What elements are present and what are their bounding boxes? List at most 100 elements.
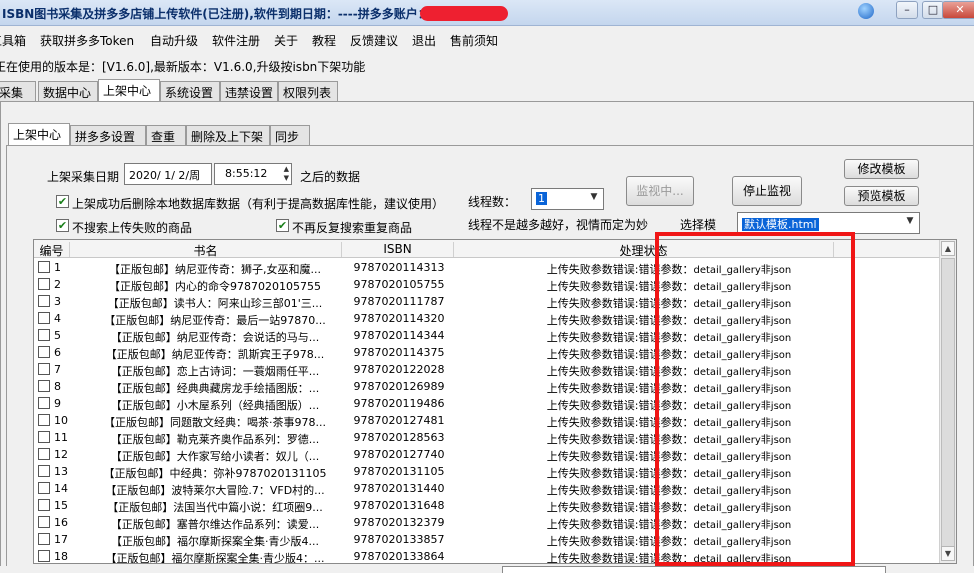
date-picker[interactable]: 2020/ 1/ 2/周 bbox=[124, 163, 212, 185]
row-checkbox[interactable] bbox=[38, 465, 50, 477]
table-row[interactable]: 3 【正版包邮】读书人：阿来山珍三部01'三... 9787020111787 上传失… bbox=[34, 293, 939, 310]
menu-register[interactable]: 软件注册 bbox=[212, 32, 260, 49]
row-checkbox[interactable] bbox=[38, 363, 50, 375]
menu-exit[interactable]: 退出 bbox=[412, 32, 436, 49]
preview-template-button[interactable]: 预览模板 bbox=[844, 186, 919, 206]
tab-system-settings[interactable]: 系统设置 bbox=[160, 81, 220, 102]
tab-collect[interactable]: 采集 bbox=[0, 81, 36, 102]
row-status: 上传失败参数错误:错误参数：detail_gallery非json bbox=[504, 550, 834, 564]
scroll-thumb[interactable] bbox=[941, 258, 955, 548]
bottom-log-panel bbox=[502, 566, 886, 573]
time-picker[interactable]: 8:55:12 ▲ ▼ bbox=[214, 163, 292, 185]
header-isbn[interactable]: ISBN bbox=[342, 242, 454, 257]
table-row[interactable]: 15 【正版包邮】法国当代中篇小说：红项圈9... 9787020131648 上传失… bbox=[34, 497, 939, 514]
menu-get-token[interactable]: 获取拼多多Token bbox=[40, 32, 134, 49]
time-spinner-icon[interactable]: ▲ ▼ bbox=[284, 165, 289, 183]
table-row[interactable]: 13 【正版包邮】中经典：弥补9787020131105 9787020131105… bbox=[34, 463, 939, 480]
row-checkbox[interactable] bbox=[38, 414, 50, 426]
listing-table[interactable]: 编号 书名 ISBN 处理状态 1 【正版包邮】纳尼亚传奇：狮子,女巫和魔... 9… bbox=[33, 239, 957, 564]
subtab-delete-shelf[interactable]: 删除及上下架 bbox=[186, 125, 270, 146]
table-row[interactable]: 10 【正版包邮】同题散文经典：喝茶·茶事978... 9787020127481 上… bbox=[34, 412, 939, 429]
close-button[interactable]: ✕ bbox=[942, 1, 974, 19]
tab-data-center[interactable]: 数据中心 bbox=[38, 81, 98, 102]
table-row[interactable]: 17 【正版包邮】福尔摩斯探案全集·青少版4... 9787020133857 上传失… bbox=[34, 531, 939, 548]
row-checkbox[interactable] bbox=[38, 346, 50, 358]
table-row[interactable]: 4 【正版包邮】纳尼亚传奇：最后一站97870... 9787020114320 上传… bbox=[34, 310, 939, 327]
row-checkbox[interactable] bbox=[38, 380, 50, 392]
row-checkbox[interactable] bbox=[38, 397, 50, 409]
row-checkbox[interactable] bbox=[38, 431, 50, 443]
scroll-up-icon[interactable]: ▲ bbox=[941, 241, 955, 256]
menu-about[interactable]: 关于 bbox=[274, 32, 298, 49]
row-checkbox[interactable] bbox=[38, 278, 50, 290]
template-label: 选择模 bbox=[680, 218, 717, 232]
status-suffix: detail_gallery非json bbox=[693, 537, 792, 548]
row-status: 上传失败参数错误:错误参数：detail_gallery非json bbox=[504, 414, 834, 430]
minimize-button[interactable]: – bbox=[896, 1, 918, 19]
row-status: 上传失败参数错误:错误参数：detail_gallery非json bbox=[504, 482, 834, 498]
date-label: 上架采集日期 bbox=[47, 170, 120, 184]
menu-tutorial[interactable]: 教程 bbox=[312, 32, 336, 49]
row-checkbox[interactable] bbox=[38, 448, 50, 460]
subtab-sync[interactable]: 同步 bbox=[270, 125, 310, 146]
table-row[interactable]: 18 【正版包邮】福尔摩斯探案全集·青少版4：... 9787020133864 上传… bbox=[34, 548, 939, 564]
help-icon[interactable] bbox=[858, 3, 874, 19]
table-row[interactable]: 16 【正版包邮】塞普尔维达作品系列：读爱... 9787020132379 上传失败… bbox=[34, 514, 939, 531]
row-checkbox[interactable] bbox=[38, 550, 50, 562]
table-row[interactable]: 11 【正版包邮】勒克莱齐奥作品系列：罗德... 9787020128563 上传失败… bbox=[34, 429, 939, 446]
menu-feedback[interactable]: 反馈建议 bbox=[350, 32, 398, 49]
row-isbn: 9787020114313 bbox=[353, 261, 445, 274]
table-row[interactable]: 1 【正版包邮】纳尼亚传奇：狮子,女巫和魔... 9787020114313 上传失败… bbox=[34, 259, 939, 276]
row-checkbox[interactable] bbox=[38, 482, 50, 494]
edit-template-button[interactable]: 修改模板 bbox=[844, 159, 919, 179]
row-isbn: 9787020131105 bbox=[353, 465, 445, 478]
header-book-name[interactable]: 书名 bbox=[70, 242, 342, 258]
row-checkbox[interactable] bbox=[38, 516, 50, 528]
subtab-dedupe[interactable]: 查重 bbox=[146, 125, 186, 146]
status-suffix: detail_gallery非json bbox=[693, 435, 792, 446]
sub-tab-strip: 上架中心 拼多多设置 查重 删除及上下架 同步 bbox=[8, 123, 310, 146]
delete-local-checkbox[interactable]: ✔ bbox=[56, 195, 69, 208]
subtab-listing-center[interactable]: 上架中心 bbox=[8, 123, 70, 146]
status-suffix: detail_gallery非json bbox=[693, 316, 792, 327]
template-select[interactable]: 默认模板.html ▼ bbox=[737, 212, 920, 234]
no-failed-checkbox[interactable]: ✔ bbox=[56, 219, 69, 232]
row-checkbox[interactable] bbox=[38, 329, 50, 341]
table-row[interactable]: 14 【正版包邮】波特莱尔大冒险.7：VFD村的... 9787020131440 上… bbox=[34, 480, 939, 497]
stop-monitor-button[interactable]: 停止监视 bbox=[732, 176, 802, 206]
row-checkbox[interactable] bbox=[38, 533, 50, 545]
table-row[interactable]: 7 【正版包邮】恋上古诗词：一蓑烟雨任平... 9787020122028 上传失败参… bbox=[34, 361, 939, 378]
no-repeat-checkbox[interactable]: ✔ bbox=[276, 219, 289, 232]
status-suffix: detail_gallery非json bbox=[693, 418, 792, 429]
status-prefix: 上传失败参数错误:错误参数： bbox=[546, 552, 694, 564]
row-status: 上传失败参数错误:错误参数：detail_gallery非json bbox=[504, 397, 834, 413]
tab-listing-center[interactable]: 上架中心 bbox=[98, 79, 160, 102]
header-status[interactable]: 处理状态 bbox=[454, 242, 834, 258]
row-checkbox[interactable] bbox=[38, 261, 50, 273]
table-row[interactable]: 12 【正版包邮】大作家写给小读者：奴儿（... 9787020127740 上传失败… bbox=[34, 446, 939, 463]
maximize-button[interactable]: □ bbox=[922, 1, 944, 19]
menu-auto-upgrade[interactable]: 自动升级 bbox=[150, 32, 198, 49]
vertical-scrollbar[interactable]: ▲ ▼ bbox=[939, 240, 956, 563]
menu-presale[interactable]: 售前须知 bbox=[450, 32, 498, 49]
menu-toolbox[interactable]: 工具箱 bbox=[0, 32, 26, 49]
tab-permissions[interactable]: 权限列表 bbox=[278, 81, 338, 102]
row-isbn: 9787020133864 bbox=[353, 550, 445, 563]
table-row[interactable]: 9 【正版包邮】小木屋系列（经典插图版）... 9787020119486 上传失败参… bbox=[34, 395, 939, 412]
row-number: 3 bbox=[54, 295, 61, 308]
table-row[interactable]: 6 【正版包邮】纳尼亚传奇：凯斯宾王子978... 9787020114375 上传失… bbox=[34, 344, 939, 361]
header-number[interactable]: 编号 bbox=[34, 242, 70, 258]
monitoring-button[interactable]: 监视中... bbox=[626, 176, 694, 206]
status-prefix: 上传失败参数错误:错误参数： bbox=[546, 297, 694, 310]
table-row[interactable]: 2 【正版包邮】内心的命令9787020105755 9787020105755 上传… bbox=[34, 276, 939, 293]
row-checkbox[interactable] bbox=[38, 295, 50, 307]
row-checkbox[interactable] bbox=[38, 499, 50, 511]
row-status: 上传失败参数错误:错误参数：detail_gallery非json bbox=[504, 261, 834, 277]
row-checkbox[interactable] bbox=[38, 312, 50, 324]
scroll-down-icon[interactable]: ▼ bbox=[941, 546, 955, 561]
table-row[interactable]: 5 【正版包邮】纳尼亚传奇：会说话的马与... 9787020114344 上传失败参… bbox=[34, 327, 939, 344]
tab-banned-settings[interactable]: 违禁设置 bbox=[220, 81, 278, 102]
subtab-pdd-settings[interactable]: 拼多多设置 bbox=[70, 125, 146, 146]
table-row[interactable]: 8 【正版包邮】经典典藏房龙手绘插图版：... 9787020126989 上传失败参… bbox=[34, 378, 939, 395]
thread-select[interactable]: 1 ▼ bbox=[531, 188, 604, 210]
